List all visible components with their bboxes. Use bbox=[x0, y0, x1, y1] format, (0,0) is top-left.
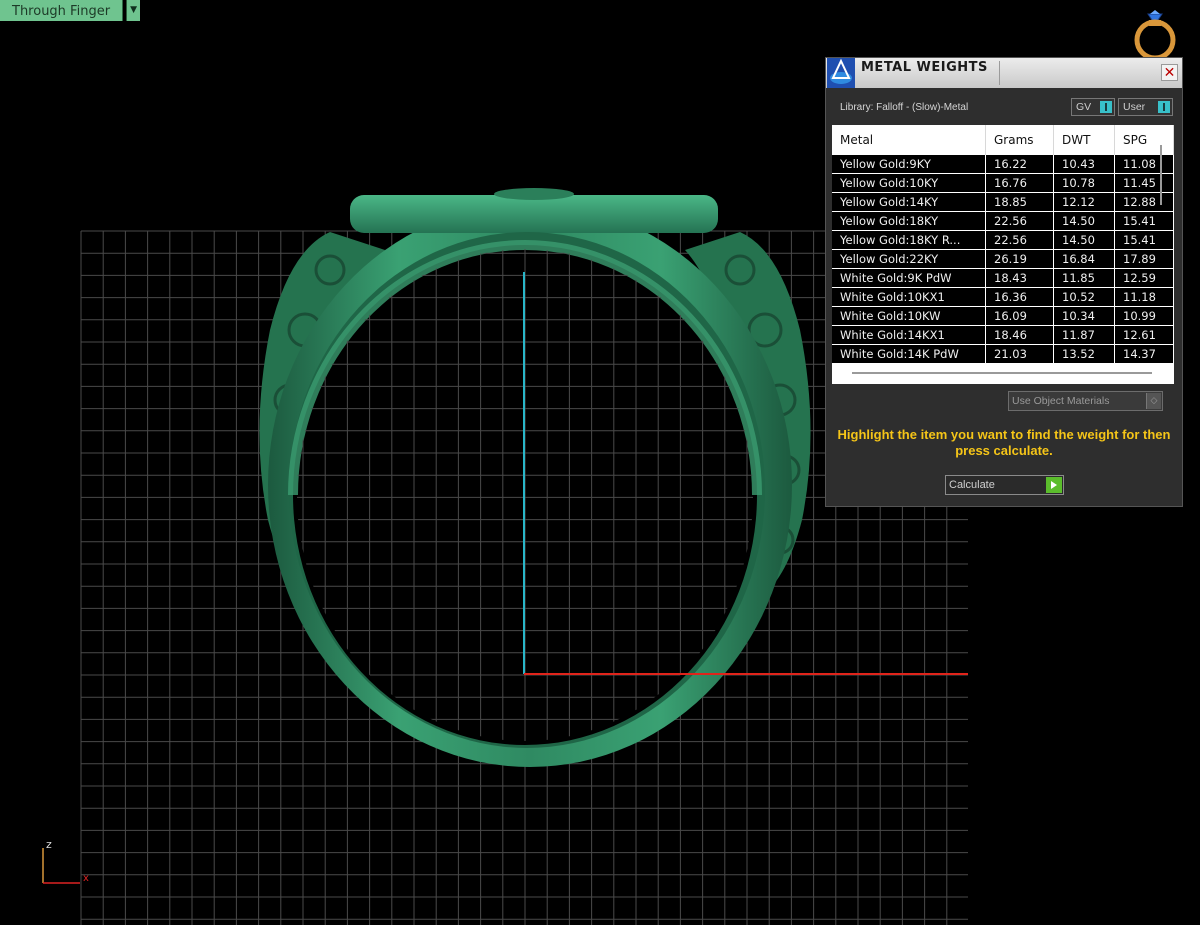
play-icon bbox=[1046, 477, 1062, 493]
cell-grams: 22.56 bbox=[986, 231, 1054, 249]
cell-metal: Yellow Gold:9KY bbox=[832, 155, 986, 173]
table-row[interactable]: White Gold:9K PdW 18.43 11.85 12.59 bbox=[832, 269, 1174, 287]
cell-grams: 26.19 bbox=[986, 250, 1054, 268]
cell-spg: 11.08 bbox=[1115, 155, 1174, 173]
cell-grams: 16.09 bbox=[986, 307, 1054, 325]
user-toggle[interactable]: User bbox=[1118, 98, 1173, 116]
cell-dwt: 12.12 bbox=[1054, 193, 1115, 211]
cell-dwt: 11.85 bbox=[1054, 269, 1115, 287]
ring-model[interactable] bbox=[259, 188, 811, 767]
cell-metal: White Gold:9K PdW bbox=[832, 269, 986, 287]
panel-title: METAL WEIGHTS bbox=[861, 60, 988, 75]
axis-z-label: z bbox=[46, 838, 52, 851]
material-select-label: Use Object Materials bbox=[1012, 395, 1110, 407]
cell-spg: 12.61 bbox=[1115, 326, 1174, 344]
cell-dwt: 16.84 bbox=[1054, 250, 1115, 268]
table-row[interactable]: Yellow Gold:10KY 16.76 10.78 11.45 bbox=[832, 174, 1174, 192]
chevron-down-icon[interactable]: ▼ bbox=[126, 0, 141, 21]
panel-header-divider bbox=[999, 61, 1000, 85]
axis-x-label: x bbox=[83, 873, 89, 884]
cell-grams: 16.36 bbox=[986, 288, 1054, 306]
cell-dwt: 14.50 bbox=[1054, 231, 1115, 249]
cell-dwt: 11.87 bbox=[1054, 326, 1115, 344]
table-row[interactable]: White Gold:10KW 16.09 10.34 10.99 bbox=[832, 307, 1174, 325]
table-row[interactable]: Yellow Gold:9KY 16.22 10.43 11.08 bbox=[832, 155, 1174, 173]
calculate-label: Calculate bbox=[949, 479, 995, 491]
cell-dwt: 10.78 bbox=[1054, 174, 1115, 192]
table-row[interactable]: Yellow Gold:22KY 26.19 16.84 17.89 bbox=[832, 250, 1174, 268]
cell-spg: 10.99 bbox=[1115, 307, 1174, 325]
cell-spg: 11.45 bbox=[1115, 174, 1174, 192]
library-label: Library: Falloff - (Slow)-Metal bbox=[840, 102, 969, 113]
column-header-metal[interactable]: Metal bbox=[832, 125, 986, 155]
user-toggle-label: User bbox=[1123, 101, 1146, 113]
table-row[interactable]: White Gold:14K PdW 21.03 13.52 14.37 bbox=[832, 345, 1174, 363]
cell-spg: 15.41 bbox=[1115, 231, 1174, 249]
cell-metal: Yellow Gold:10KY bbox=[832, 174, 986, 192]
table-row[interactable]: White Gold:14KX1 18.46 11.87 12.61 bbox=[832, 326, 1174, 344]
cell-grams: 16.76 bbox=[986, 174, 1054, 192]
toggle-knob-icon bbox=[1100, 101, 1112, 113]
cell-spg: 14.37 bbox=[1115, 345, 1174, 363]
cell-grams: 18.43 bbox=[986, 269, 1054, 287]
table-header: Metal Grams DWT SPG bbox=[832, 125, 1174, 155]
gv-toggle-label: GV bbox=[1076, 101, 1092, 113]
cell-dwt: 10.52 bbox=[1054, 288, 1115, 306]
cell-dwt: 14.50 bbox=[1054, 212, 1115, 230]
horizontal-scrollbar[interactable] bbox=[852, 372, 1152, 374]
cell-spg: 15.41 bbox=[1115, 212, 1174, 230]
panel-header[interactable]: METAL WEIGHTS ✕ bbox=[826, 58, 1182, 88]
cell-spg: 12.88 bbox=[1115, 193, 1174, 211]
column-header-grams[interactable]: Grams bbox=[986, 125, 1054, 155]
cell-metal: White Gold:10KW bbox=[832, 307, 986, 325]
cell-metal: Yellow Gold:18KY bbox=[832, 212, 986, 230]
cell-dwt: 13.52 bbox=[1054, 345, 1115, 363]
cell-grams: 21.03 bbox=[986, 345, 1054, 363]
close-icon[interactable]: ✕ bbox=[1161, 64, 1178, 81]
metal-table[interactable]: Metal Grams DWT SPG Yellow Gold:9KY 16.22… bbox=[832, 125, 1174, 384]
table-row[interactable]: Yellow Gold:18KY R... 22.56 14.50 15.41 bbox=[832, 231, 1174, 249]
cell-metal: White Gold:14K PdW bbox=[832, 345, 986, 363]
cell-grams: 18.85 bbox=[986, 193, 1054, 211]
gv-toggle[interactable]: GV bbox=[1071, 98, 1115, 116]
cell-metal: White Gold:14KX1 bbox=[832, 326, 986, 344]
3d-viewport[interactable]: Through Finger ▼ z x METAL WEIGHTS ✕ Lib… bbox=[0, 0, 1200, 925]
column-header-dwt[interactable]: DWT bbox=[1054, 125, 1115, 155]
column-header-spg[interactable]: SPG bbox=[1115, 125, 1174, 155]
cell-metal: Yellow Gold:18KY R... bbox=[832, 231, 986, 249]
view-selector[interactable]: Through Finger ▼ bbox=[0, 0, 141, 21]
cell-dwt: 10.43 bbox=[1054, 155, 1115, 173]
cell-grams: 16.22 bbox=[986, 155, 1054, 173]
dropdown-icon[interactable]: ◇ bbox=[1146, 393, 1161, 409]
toggle-knob-icon bbox=[1158, 101, 1170, 113]
table-row[interactable]: Yellow Gold:14KY 18.85 12.12 12.88 bbox=[832, 193, 1174, 211]
cell-spg: 17.89 bbox=[1115, 250, 1174, 268]
calculate-button[interactable]: Calculate bbox=[945, 475, 1064, 495]
cell-grams: 18.46 bbox=[986, 326, 1054, 344]
view-selector-label[interactable]: Through Finger bbox=[0, 0, 124, 21]
ring-head bbox=[350, 195, 718, 233]
cell-metal: Yellow Gold:14KY bbox=[832, 193, 986, 211]
cell-grams: 22.56 bbox=[986, 212, 1054, 230]
cell-metal: White Gold:10KX1 bbox=[832, 288, 986, 306]
axis-indicator: z x bbox=[38, 838, 96, 890]
cell-spg: 11.18 bbox=[1115, 288, 1174, 306]
table-row[interactable]: Yellow Gold:18KY 22.56 14.50 15.41 bbox=[832, 212, 1174, 230]
cell-dwt: 10.34 bbox=[1054, 307, 1115, 325]
metal-weights-panel: METAL WEIGHTS ✕ Library: Falloff - (Slow… bbox=[825, 57, 1183, 507]
vertical-scrollbar[interactable] bbox=[1160, 145, 1162, 205]
instruction-text: Highlight the item you want to find the … bbox=[837, 427, 1171, 458]
table-row[interactable]: White Gold:10KX1 16.36 10.52 11.18 bbox=[832, 288, 1174, 306]
cell-spg: 12.59 bbox=[1115, 269, 1174, 287]
app-logo-icon bbox=[827, 58, 855, 88]
material-select[interactable]: Use Object Materials ◇ bbox=[1008, 391, 1163, 411]
ring-icon[interactable] bbox=[1130, 8, 1180, 60]
cell-metal: Yellow Gold:22KY bbox=[832, 250, 986, 268]
